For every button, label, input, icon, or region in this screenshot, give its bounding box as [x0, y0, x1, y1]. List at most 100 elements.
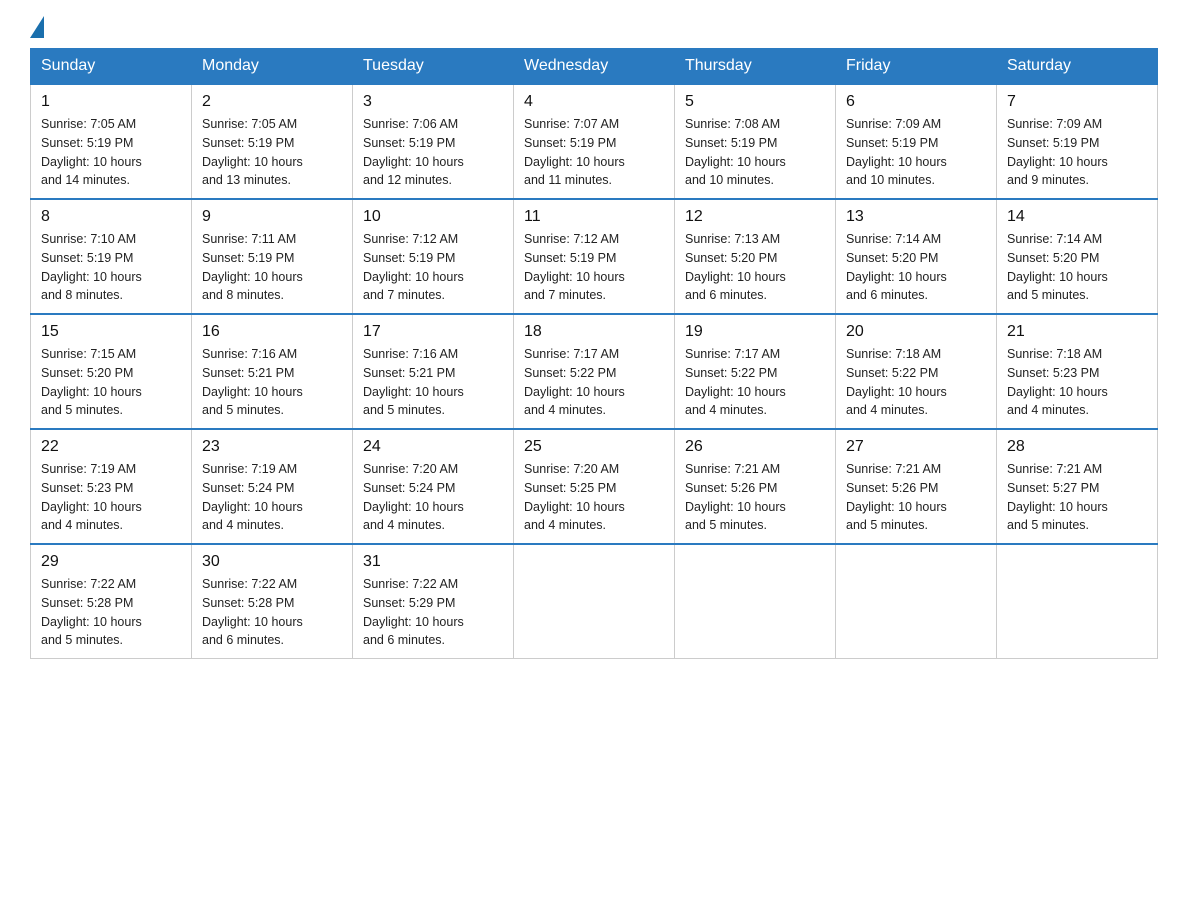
day-number: 3: [363, 93, 503, 111]
day-number: 30: [202, 553, 342, 571]
calendar-cell: 12 Sunrise: 7:13 AMSunset: 5:20 PMDaylig…: [675, 199, 836, 314]
day-number: 26: [685, 438, 825, 456]
day-number: 28: [1007, 438, 1147, 456]
calendar-cell: [514, 544, 675, 659]
day-info: Sunrise: 7:12 AMSunset: 5:19 PMDaylight:…: [363, 230, 503, 305]
day-info: Sunrise: 7:22 AMSunset: 5:28 PMDaylight:…: [202, 575, 342, 650]
day-info: Sunrise: 7:21 AMSunset: 5:26 PMDaylight:…: [685, 460, 825, 535]
day-number: 15: [41, 323, 181, 341]
calendar-week-row: 22 Sunrise: 7:19 AMSunset: 5:23 PMDaylig…: [31, 429, 1158, 544]
calendar-cell: 13 Sunrise: 7:14 AMSunset: 5:20 PMDaylig…: [836, 199, 997, 314]
day-info: Sunrise: 7:05 AMSunset: 5:19 PMDaylight:…: [41, 115, 181, 190]
day-number: 13: [846, 208, 986, 226]
day-number: 8: [41, 208, 181, 226]
page-header: [30, 20, 1158, 38]
col-header-monday: Monday: [192, 49, 353, 85]
day-number: 14: [1007, 208, 1147, 226]
day-info: Sunrise: 7:09 AMSunset: 5:19 PMDaylight:…: [1007, 115, 1147, 190]
day-number: 9: [202, 208, 342, 226]
calendar-cell: [836, 544, 997, 659]
calendar-cell: 4 Sunrise: 7:07 AMSunset: 5:19 PMDayligh…: [514, 84, 675, 199]
day-info: Sunrise: 7:19 AMSunset: 5:24 PMDaylight:…: [202, 460, 342, 535]
calendar-table: SundayMondayTuesdayWednesdayThursdayFrid…: [30, 48, 1158, 659]
day-number: 11: [524, 208, 664, 226]
day-number: 5: [685, 93, 825, 111]
day-number: 22: [41, 438, 181, 456]
logo-triangle-icon: [30, 16, 44, 38]
calendar-cell: 21 Sunrise: 7:18 AMSunset: 5:23 PMDaylig…: [997, 314, 1158, 429]
col-header-friday: Friday: [836, 49, 997, 85]
calendar-cell: 17 Sunrise: 7:16 AMSunset: 5:21 PMDaylig…: [353, 314, 514, 429]
calendar-cell: 8 Sunrise: 7:10 AMSunset: 5:19 PMDayligh…: [31, 199, 192, 314]
day-number: 4: [524, 93, 664, 111]
col-header-sunday: Sunday: [31, 49, 192, 85]
logo: [30, 20, 44, 38]
calendar-cell: 20 Sunrise: 7:18 AMSunset: 5:22 PMDaylig…: [836, 314, 997, 429]
calendar-cell: 10 Sunrise: 7:12 AMSunset: 5:19 PMDaylig…: [353, 199, 514, 314]
calendar-week-row: 29 Sunrise: 7:22 AMSunset: 5:28 PMDaylig…: [31, 544, 1158, 659]
day-number: 24: [363, 438, 503, 456]
day-info: Sunrise: 7:19 AMSunset: 5:23 PMDaylight:…: [41, 460, 181, 535]
calendar-cell: 14 Sunrise: 7:14 AMSunset: 5:20 PMDaylig…: [997, 199, 1158, 314]
day-number: 31: [363, 553, 503, 571]
calendar-cell: 3 Sunrise: 7:06 AMSunset: 5:19 PMDayligh…: [353, 84, 514, 199]
calendar-cell: 15 Sunrise: 7:15 AMSunset: 5:20 PMDaylig…: [31, 314, 192, 429]
day-info: Sunrise: 7:14 AMSunset: 5:20 PMDaylight:…: [1007, 230, 1147, 305]
calendar-cell: 16 Sunrise: 7:16 AMSunset: 5:21 PMDaylig…: [192, 314, 353, 429]
day-info: Sunrise: 7:15 AMSunset: 5:20 PMDaylight:…: [41, 345, 181, 420]
calendar-cell: 30 Sunrise: 7:22 AMSunset: 5:28 PMDaylig…: [192, 544, 353, 659]
day-info: Sunrise: 7:05 AMSunset: 5:19 PMDaylight:…: [202, 115, 342, 190]
day-number: 23: [202, 438, 342, 456]
day-info: Sunrise: 7:08 AMSunset: 5:19 PMDaylight:…: [685, 115, 825, 190]
calendar-cell: 25 Sunrise: 7:20 AMSunset: 5:25 PMDaylig…: [514, 429, 675, 544]
calendar-week-row: 1 Sunrise: 7:05 AMSunset: 5:19 PMDayligh…: [31, 84, 1158, 199]
day-info: Sunrise: 7:13 AMSunset: 5:20 PMDaylight:…: [685, 230, 825, 305]
day-number: 2: [202, 93, 342, 111]
calendar-cell: 2 Sunrise: 7:05 AMSunset: 5:19 PMDayligh…: [192, 84, 353, 199]
day-info: Sunrise: 7:20 AMSunset: 5:24 PMDaylight:…: [363, 460, 503, 535]
day-number: 25: [524, 438, 664, 456]
calendar-cell: 6 Sunrise: 7:09 AMSunset: 5:19 PMDayligh…: [836, 84, 997, 199]
day-number: 7: [1007, 93, 1147, 111]
col-header-saturday: Saturday: [997, 49, 1158, 85]
calendar-cell: [997, 544, 1158, 659]
calendar-cell: 7 Sunrise: 7:09 AMSunset: 5:19 PMDayligh…: [997, 84, 1158, 199]
calendar-week-row: 8 Sunrise: 7:10 AMSunset: 5:19 PMDayligh…: [31, 199, 1158, 314]
calendar-cell: 22 Sunrise: 7:19 AMSunset: 5:23 PMDaylig…: [31, 429, 192, 544]
day-number: 12: [685, 208, 825, 226]
day-info: Sunrise: 7:20 AMSunset: 5:25 PMDaylight:…: [524, 460, 664, 535]
calendar-cell: 27 Sunrise: 7:21 AMSunset: 5:26 PMDaylig…: [836, 429, 997, 544]
day-info: Sunrise: 7:14 AMSunset: 5:20 PMDaylight:…: [846, 230, 986, 305]
day-info: Sunrise: 7:17 AMSunset: 5:22 PMDaylight:…: [524, 345, 664, 420]
calendar-cell: 31 Sunrise: 7:22 AMSunset: 5:29 PMDaylig…: [353, 544, 514, 659]
day-number: 16: [202, 323, 342, 341]
day-info: Sunrise: 7:18 AMSunset: 5:23 PMDaylight:…: [1007, 345, 1147, 420]
calendar-cell: [675, 544, 836, 659]
calendar-cell: 28 Sunrise: 7:21 AMSunset: 5:27 PMDaylig…: [997, 429, 1158, 544]
col-header-thursday: Thursday: [675, 49, 836, 85]
day-info: Sunrise: 7:17 AMSunset: 5:22 PMDaylight:…: [685, 345, 825, 420]
day-number: 10: [363, 208, 503, 226]
calendar-cell: 23 Sunrise: 7:19 AMSunset: 5:24 PMDaylig…: [192, 429, 353, 544]
calendar-cell: 26 Sunrise: 7:21 AMSunset: 5:26 PMDaylig…: [675, 429, 836, 544]
day-info: Sunrise: 7:21 AMSunset: 5:27 PMDaylight:…: [1007, 460, 1147, 535]
day-info: Sunrise: 7:09 AMSunset: 5:19 PMDaylight:…: [846, 115, 986, 190]
calendar-cell: 24 Sunrise: 7:20 AMSunset: 5:24 PMDaylig…: [353, 429, 514, 544]
calendar-week-row: 15 Sunrise: 7:15 AMSunset: 5:20 PMDaylig…: [31, 314, 1158, 429]
day-info: Sunrise: 7:12 AMSunset: 5:19 PMDaylight:…: [524, 230, 664, 305]
day-info: Sunrise: 7:10 AMSunset: 5:19 PMDaylight:…: [41, 230, 181, 305]
calendar-header-row: SundayMondayTuesdayWednesdayThursdayFrid…: [31, 49, 1158, 85]
calendar-cell: 9 Sunrise: 7:11 AMSunset: 5:19 PMDayligh…: [192, 199, 353, 314]
day-info: Sunrise: 7:21 AMSunset: 5:26 PMDaylight:…: [846, 460, 986, 535]
calendar-cell: 29 Sunrise: 7:22 AMSunset: 5:28 PMDaylig…: [31, 544, 192, 659]
col-header-tuesday: Tuesday: [353, 49, 514, 85]
day-number: 1: [41, 93, 181, 111]
day-info: Sunrise: 7:06 AMSunset: 5:19 PMDaylight:…: [363, 115, 503, 190]
day-info: Sunrise: 7:16 AMSunset: 5:21 PMDaylight:…: [363, 345, 503, 420]
day-number: 29: [41, 553, 181, 571]
day-number: 19: [685, 323, 825, 341]
day-info: Sunrise: 7:11 AMSunset: 5:19 PMDaylight:…: [202, 230, 342, 305]
day-number: 6: [846, 93, 986, 111]
day-info: Sunrise: 7:18 AMSunset: 5:22 PMDaylight:…: [846, 345, 986, 420]
day-number: 21: [1007, 323, 1147, 341]
